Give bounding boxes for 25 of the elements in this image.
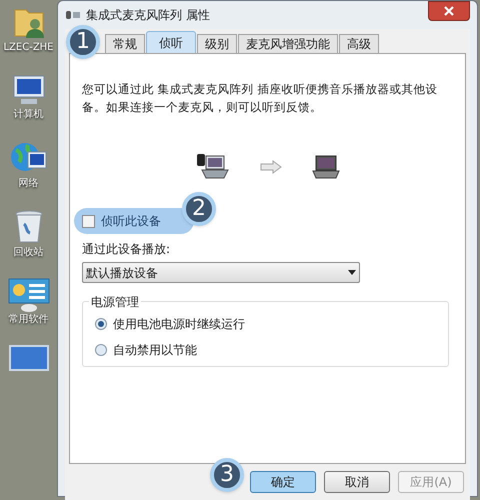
- tab[interactable]: 级别: [197, 34, 237, 53]
- radio-label[interactable]: 使用电池电源时继续运行: [113, 315, 245, 333]
- playback-device-dropdown[interactable]: 默认播放设备: [82, 262, 360, 283]
- playback-label: 通过此设备播放:: [82, 241, 172, 258]
- dropdown-caret-icon: [348, 270, 356, 275]
- description-text: 您可以通过此 集成式麦克风阵列 插座收听便携音乐播放器或其他设备。如果连接一个麦克风，则可以听到反馈。: [82, 81, 438, 116]
- right-arrow-icon: [260, 160, 282, 174]
- checkbox[interactable]: [82, 214, 95, 228]
- close-icon: [444, 6, 454, 16]
- radio-label[interactable]: 自动禁用以节能: [113, 341, 197, 359]
- close-button[interactable]: [428, 1, 470, 21]
- window-title: 集成式麦克风阵列 属性: [86, 7, 210, 24]
- tab[interactable]: 常规: [105, 34, 145, 53]
- software-panel-icon: [8, 278, 50, 312]
- tab[interactable]: 侦听: [146, 31, 196, 53]
- tab[interactable]: 麦克风增强功能: [238, 34, 338, 53]
- radio-button[interactable]: [95, 318, 107, 330]
- dialog-button[interactable]: 确定: [250, 471, 316, 493]
- dialog-button[interactable]: 取消: [324, 471, 390, 493]
- monitor-icon: [8, 345, 48, 371]
- computer-icon: [10, 73, 46, 107]
- tab[interactable]: 高级: [339, 34, 379, 53]
- laptop-icon: [312, 154, 340, 180]
- radio-button[interactable]: [95, 344, 107, 356]
- trash-icon: [14, 209, 44, 245]
